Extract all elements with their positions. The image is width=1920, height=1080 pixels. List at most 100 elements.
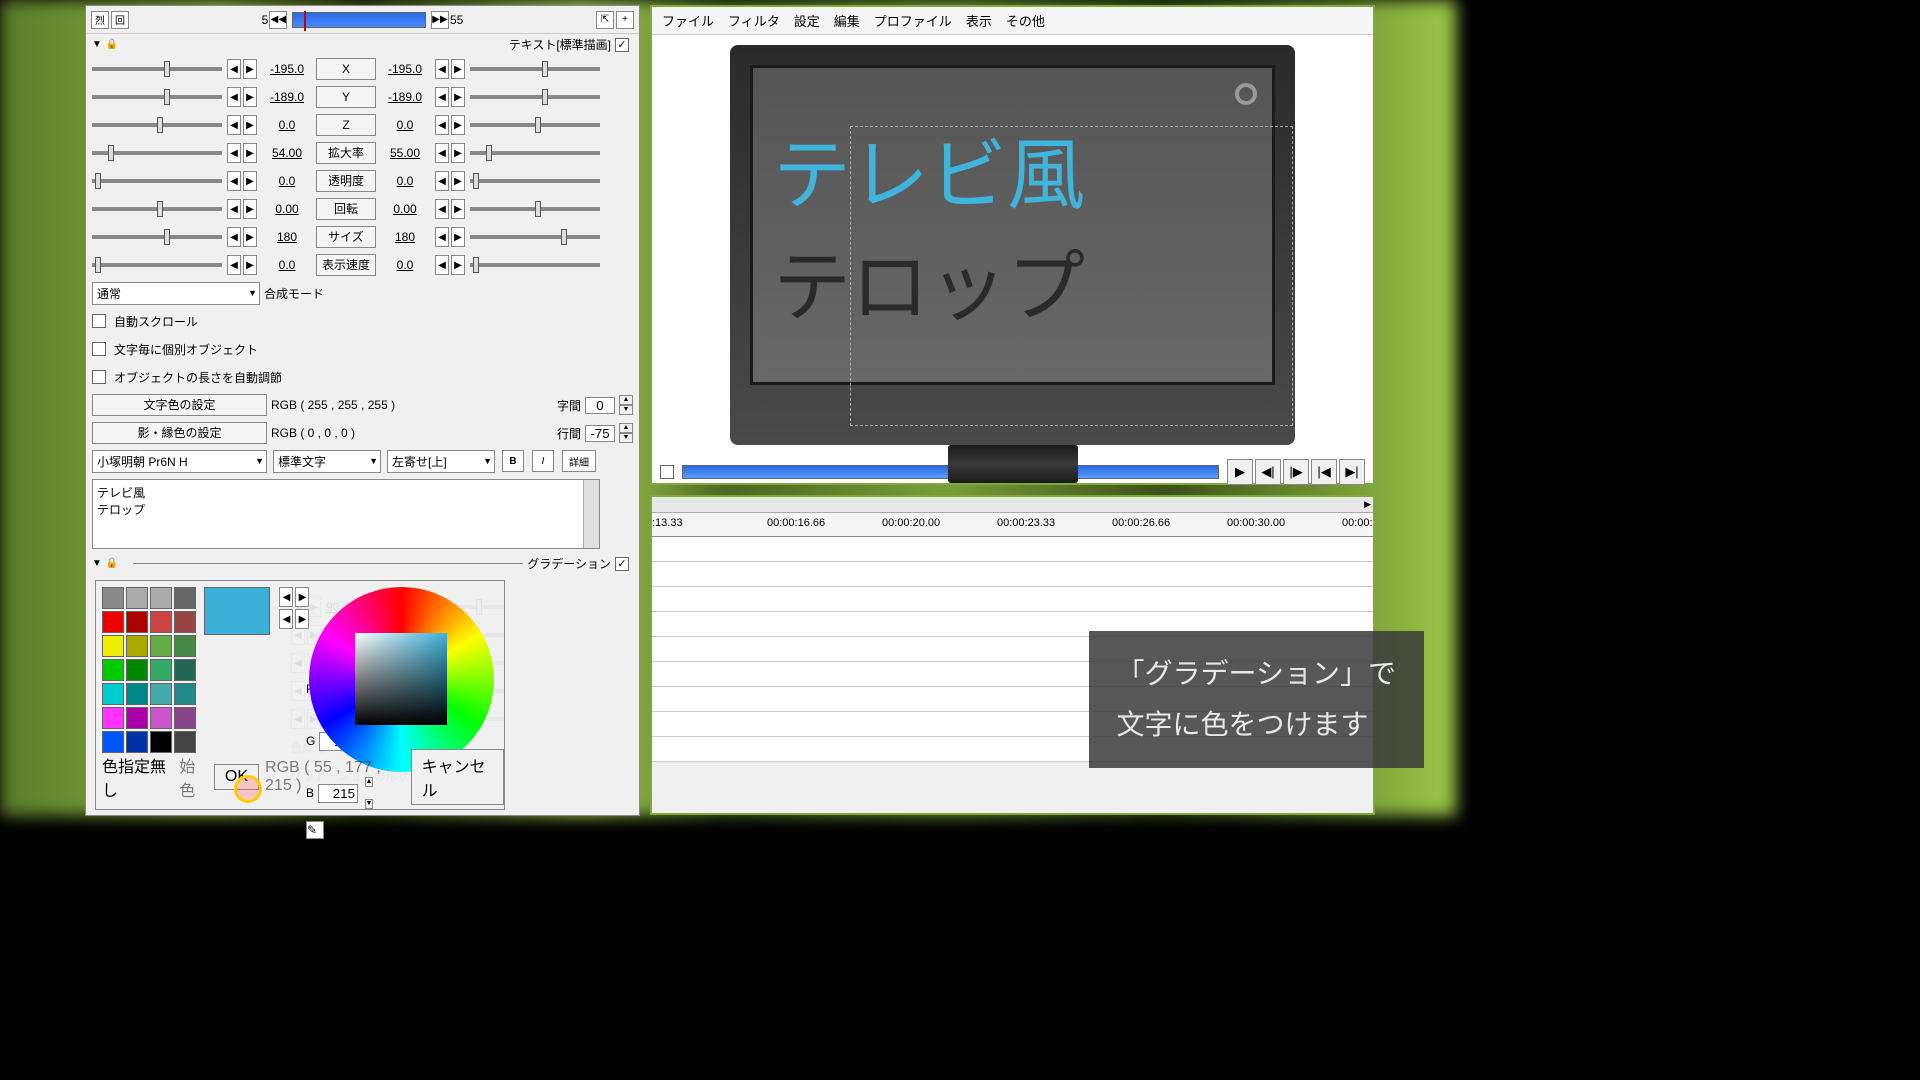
swatch[interactable] xyxy=(126,707,148,729)
autolen-checkbox[interactable] xyxy=(92,370,106,384)
menu-設定[interactable]: 設定 xyxy=(794,11,820,30)
param-val-left-4[interactable]: 0.0 xyxy=(262,174,312,188)
menu-その他[interactable]: その他 xyxy=(1006,11,1045,30)
dec-3[interactable]: ◀ xyxy=(227,143,241,163)
autoscroll-checkbox[interactable] xyxy=(92,314,106,328)
swatch[interactable] xyxy=(174,659,196,681)
inc2-6[interactable]: ▶ xyxy=(451,227,465,247)
swatch[interactable] xyxy=(150,611,172,633)
dec2-2[interactable]: ◀ xyxy=(435,115,449,135)
hue-right[interactable]: ▶ xyxy=(295,587,309,607)
param-val-right-6[interactable]: 180 xyxy=(380,230,430,244)
lock-icon[interactable]: 🔒 xyxy=(106,558,118,569)
inc2-4[interactable]: ▶ xyxy=(451,171,465,191)
add-icon[interactable]: + xyxy=(616,11,634,29)
dec2-7[interactable]: ◀ xyxy=(435,255,449,275)
timeline-ruler[interactable]: :13.3300:00:16.6600:00:20.0000:00:23.330… xyxy=(652,513,1373,537)
param-val-right-2[interactable]: 0.0 xyxy=(380,118,430,132)
param-slider-left-4[interactable] xyxy=(92,179,222,183)
bold-button[interactable]: B xyxy=(502,450,524,472)
dec-4[interactable]: ◀ xyxy=(227,171,241,191)
step-back-button[interactable]: ◀| xyxy=(1255,459,1281,485)
inc-7[interactable]: ▶ xyxy=(243,255,257,275)
align-select[interactable]: 左寄せ[上]▼ xyxy=(387,450,495,473)
sat-right[interactable]: ▶ xyxy=(295,609,309,629)
gradient-disclosure-icon[interactable]: ▼ xyxy=(92,558,102,569)
color-square[interactable] xyxy=(355,633,447,725)
param-label-4[interactable]: 透明度 xyxy=(316,170,376,192)
font-style-select[interactable]: 標準文字▼ xyxy=(273,450,381,473)
param-slider-right-7[interactable] xyxy=(470,263,600,267)
param-val-right-1[interactable]: -189.0 xyxy=(380,90,430,104)
inc-6[interactable]: ▶ xyxy=(243,227,257,247)
swatch[interactable] xyxy=(102,683,124,705)
param-label-7[interactable]: 表示速度 xyxy=(316,254,376,276)
swatch[interactable] xyxy=(102,587,124,609)
param-label-5[interactable]: 回転 xyxy=(316,198,376,220)
param-val-right-5[interactable]: 0.00 xyxy=(380,202,430,216)
gradient-enable-checkbox[interactable] xyxy=(615,557,629,571)
playhead-start-icon[interactable] xyxy=(660,465,674,479)
inc-0[interactable]: ▶ xyxy=(243,59,257,79)
param-val-right-0[interactable]: -195.0 xyxy=(380,62,430,76)
param-label-6[interactable]: サイズ xyxy=(316,226,376,248)
swatch[interactable] xyxy=(174,587,196,609)
swatch[interactable] xyxy=(150,707,172,729)
step-fwd-button[interactable]: |▶ xyxy=(1283,459,1309,485)
menu-編集[interactable]: 編集 xyxy=(834,11,860,30)
blend-mode-select[interactable]: 通常▼ xyxy=(92,282,260,305)
menu-プロファイル[interactable]: プロファイル xyxy=(874,11,952,30)
italic-button[interactable]: I xyxy=(532,450,554,472)
panel-icon-a[interactable]: 烈 xyxy=(91,11,109,29)
font-select[interactable]: 小塚明朝 Pr6N H▼ xyxy=(92,450,267,473)
inc2-7[interactable]: ▶ xyxy=(451,255,465,275)
shadow-color-button[interactable]: 影・縁色の設定 xyxy=(92,422,267,444)
inc2-2[interactable]: ▶ xyxy=(451,115,465,135)
selection-box[interactable] xyxy=(850,126,1293,426)
sat-left[interactable]: ◀ xyxy=(279,609,293,629)
dec-1[interactable]: ◀ xyxy=(227,87,241,107)
param-label-1[interactable]: Y xyxy=(316,86,376,108)
char-spacing-spinner[interactable]: ▲▼ xyxy=(619,395,633,415)
panel-icon-b[interactable]: 回 xyxy=(111,11,129,29)
swatch[interactable] xyxy=(150,635,172,657)
dec-5[interactable]: ◀ xyxy=(227,199,241,219)
no-color-label[interactable]: 色指定無し xyxy=(102,753,173,801)
swatch[interactable] xyxy=(126,659,148,681)
dec-2[interactable]: ◀ xyxy=(227,115,241,135)
param-label-3[interactable]: 拡大率 xyxy=(316,142,376,164)
cancel-button[interactable]: キャンセル xyxy=(411,749,504,805)
dec2-5[interactable]: ◀ xyxy=(435,199,449,219)
color-wheel[interactable] xyxy=(309,587,494,772)
swatch[interactable] xyxy=(126,587,148,609)
inc2-3[interactable]: ▶ xyxy=(451,143,465,163)
detail-button[interactable]: 詳細 xyxy=(562,450,596,472)
line-spacing-input[interactable] xyxy=(585,425,615,442)
lock-icon[interactable]: 🔒 xyxy=(106,39,118,50)
swatch[interactable] xyxy=(102,635,124,657)
inc-5[interactable]: ▶ xyxy=(243,199,257,219)
inc-2[interactable]: ▶ xyxy=(243,115,257,135)
dec-7[interactable]: ◀ xyxy=(227,255,241,275)
param-slider-right-6[interactable] xyxy=(470,235,600,239)
frame-scrubber[interactable] xyxy=(292,12,426,28)
dec-0[interactable]: ◀ xyxy=(227,59,241,79)
param-val-left-7[interactable]: 0.0 xyxy=(262,258,312,272)
param-val-left-1[interactable]: -189.0 xyxy=(262,90,312,104)
param-slider-left-1[interactable] xyxy=(92,95,222,99)
swatch[interactable] xyxy=(150,683,172,705)
menu-表示[interactable]: 表示 xyxy=(966,11,992,30)
param-slider-left-3[interactable] xyxy=(92,151,222,155)
swatch[interactable] xyxy=(126,635,148,657)
prev-frame-button[interactable]: ◀◀ xyxy=(269,11,287,29)
param-label-2[interactable]: Z xyxy=(316,114,376,136)
dec2-0[interactable]: ◀ xyxy=(435,59,449,79)
swatch[interactable] xyxy=(102,659,124,681)
param-slider-left-0[interactable] xyxy=(92,67,222,71)
char-spacing-input[interactable] xyxy=(585,397,615,414)
inc-1[interactable]: ▶ xyxy=(243,87,257,107)
param-slider-left-5[interactable] xyxy=(92,207,222,211)
swatch[interactable] xyxy=(174,635,196,657)
dec2-4[interactable]: ◀ xyxy=(435,171,449,191)
perchar-checkbox[interactable] xyxy=(92,342,106,356)
